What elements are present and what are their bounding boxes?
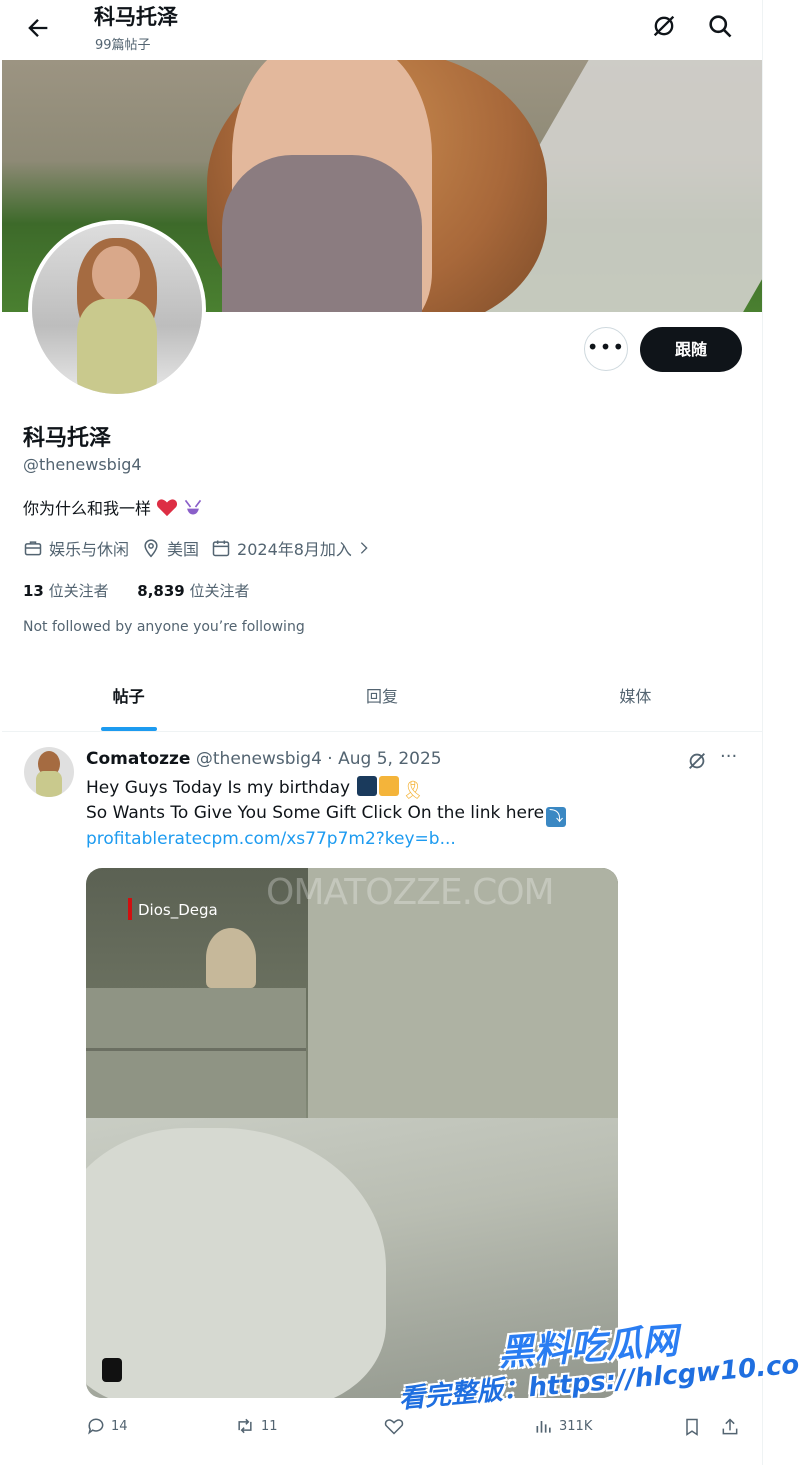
- more-options-button[interactable]: •••: [584, 327, 628, 371]
- top-header: 科马托泽 99篇帖子: [2, 0, 762, 60]
- tab-media[interactable]: 媒体: [509, 665, 762, 731]
- reply-icon: [88, 1418, 104, 1435]
- chevron-right-icon: [360, 542, 368, 554]
- post-link[interactable]: profitableratecpm.com/xs77p7m2?key=b...: [86, 829, 456, 849]
- sparkle-emoji-icon: [357, 776, 378, 796]
- profile-stats: 13 位关注者 8,839 位关注者: [23, 580, 250, 601]
- media-tag: Dios_Dega: [128, 898, 218, 920]
- ribbon-emoji-icon: 🎗: [401, 780, 425, 801]
- header-post-count: 99篇帖子: [95, 38, 151, 53]
- bookmark-icon[interactable]: [682, 1416, 702, 1438]
- arrow-down-emoji-icon: ⤵: [546, 807, 567, 827]
- bio-text: 你为什么和我一样: [23, 499, 152, 518]
- share-icon[interactable]: [720, 1416, 740, 1438]
- tab-replies[interactable]: 回复: [255, 665, 508, 731]
- grok-icon[interactable]: [686, 750, 708, 772]
- bikini-icon: [185, 499, 202, 515]
- views-button[interactable]: 311K: [534, 1416, 592, 1436]
- post-line-1: Hey Guys Today Is my birthday: [86, 778, 351, 798]
- active-tab-indicator: [100, 727, 157, 731]
- red-heart-icon: [157, 499, 178, 517]
- repost-button[interactable]: 11: [234, 1416, 278, 1436]
- post-text: Hey Guys Today Is my birthday 🎗 So Wants…: [86, 776, 567, 852]
- profile-column: 科马托泽 99篇帖子 ••• 跟随 科马托泽 @thenewsbig4 你为什么…: [2, 0, 763, 1465]
- views-icon: [536, 1421, 551, 1433]
- post-actions: 14 11 311K: [86, 1416, 746, 1440]
- views-count: 311K: [559, 1418, 593, 1434]
- profile-handle: @thenewsbig4: [23, 455, 142, 474]
- gift-emoji-icon: [379, 776, 400, 796]
- post-more-button[interactable]: ···: [720, 746, 737, 767]
- joined-label: 2024年8月加入: [237, 540, 352, 559]
- post-header: Comatozze @thenewsbig4 · Aug 5, 2025: [86, 749, 442, 769]
- briefcase-icon: [24, 541, 42, 556]
- reply-button[interactable]: 14: [86, 1416, 128, 1436]
- repost-icon: [238, 1418, 252, 1434]
- like-button[interactable]: [384, 1416, 409, 1436]
- meta-category: 娱乐与休闲: [23, 536, 129, 560]
- follow-button[interactable]: 跟随: [640, 327, 742, 372]
- page-margin: [763, 0, 800, 1465]
- not-followed-note: Not followed by anyone you’re following: [23, 619, 305, 635]
- header-title: 科马托泽: [94, 5, 178, 29]
- profile-avatar[interactable]: [28, 220, 206, 398]
- tab-posts[interactable]: 帖子: [2, 665, 255, 731]
- search-icon[interactable]: [706, 12, 734, 40]
- post-handle-date[interactable]: @thenewsbig4 · Aug 5, 2025: [196, 749, 442, 769]
- location-pin-icon: [144, 539, 158, 558]
- post-media[interactable]: OMATOZZE.COM Dios_Dega: [86, 868, 618, 1398]
- reply-count: 14: [111, 1418, 128, 1434]
- category-label: 娱乐与休闲: [49, 540, 130, 559]
- post-avatar[interactable]: [24, 747, 74, 797]
- banner-top: [222, 155, 422, 312]
- profile-name: 科马托泽: [23, 426, 112, 451]
- repost-count: 11: [261, 1418, 278, 1434]
- profile-bio: 你为什么和我一样: [23, 495, 203, 519]
- calendar-icon: [212, 540, 230, 557]
- following-link[interactable]: 13 位关注者: [23, 582, 109, 600]
- heart-icon: [384, 1419, 404, 1435]
- following-count: 13: [23, 582, 44, 600]
- grok-icon[interactable]: [650, 12, 678, 40]
- back-arrow-icon[interactable]: [24, 14, 52, 42]
- followers-count: 8,839: [137, 582, 185, 600]
- followers-link[interactable]: 8,839 位关注者: [137, 582, 249, 600]
- media-dresser: [86, 988, 306, 1128]
- profile-meta: 娱乐与休闲 美国 2024年8月加入: [23, 536, 390, 560]
- meta-location: 美国: [141, 536, 199, 560]
- location-label: 美国: [167, 540, 200, 559]
- post-author[interactable]: Comatozze: [86, 749, 190, 769]
- profile-tabs: 帖子 回复 媒体: [2, 665, 762, 732]
- media-badge-icon: [102, 1358, 122, 1382]
- meta-joined[interactable]: 2024年8月加入: [211, 536, 378, 560]
- media-watermark: OMATOZZE.COM: [266, 872, 555, 913]
- post-line-2: So Wants To Give You Some Gift Click On …: [86, 803, 545, 823]
